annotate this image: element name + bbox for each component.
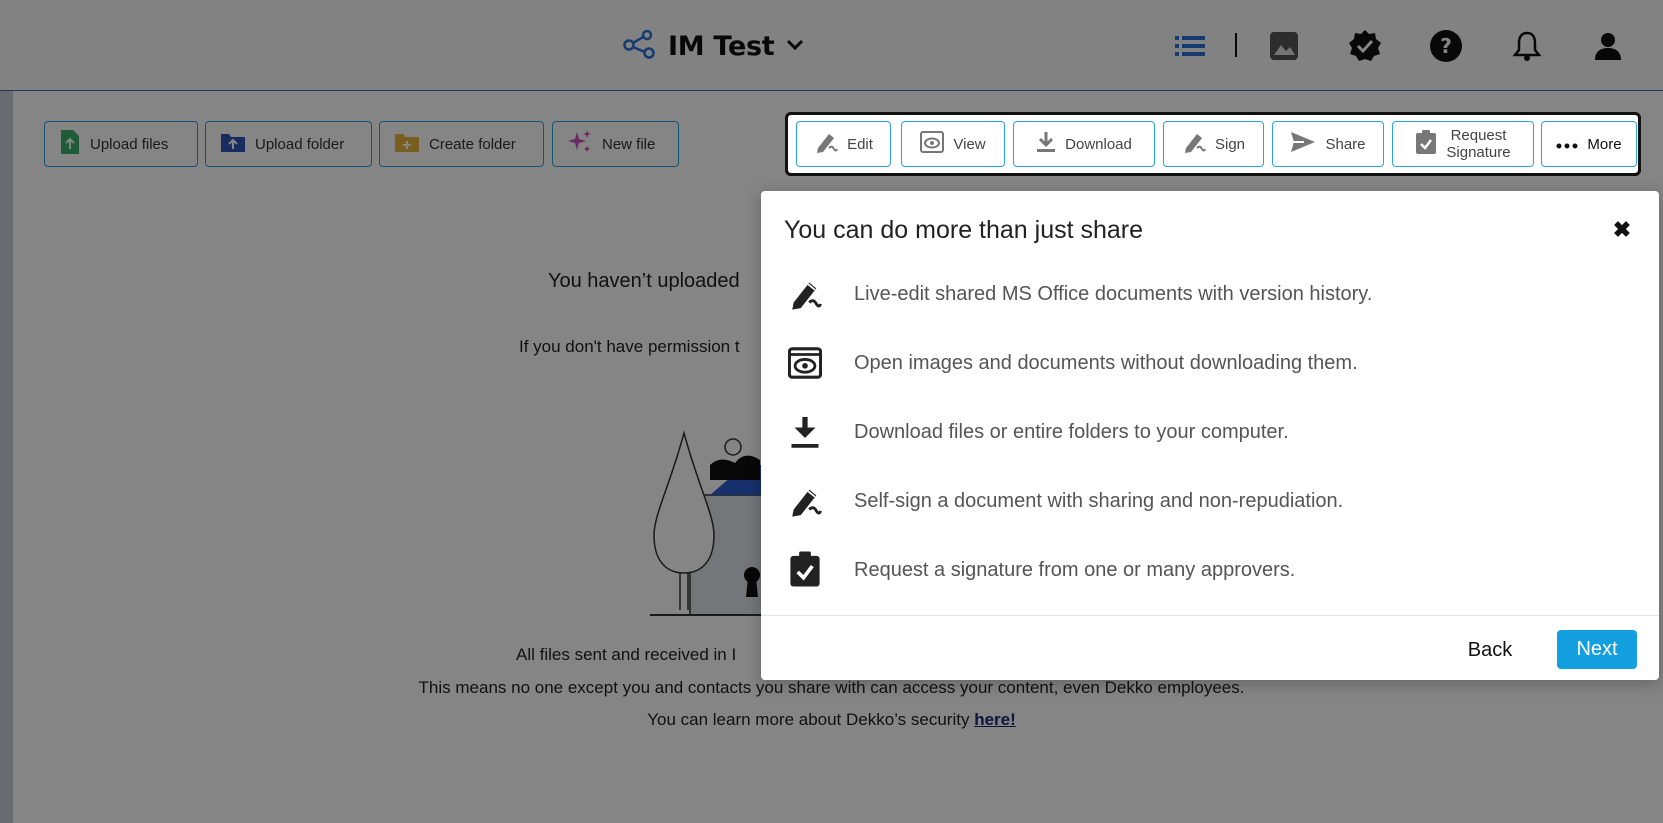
feature-text-request: Request a signature from one or many app… [854, 559, 1296, 581]
view-label: View [953, 135, 986, 153]
download-icon [1036, 131, 1056, 157]
edit-label: Edit [847, 135, 873, 153]
request-signature-button-highlight[interactable]: Request Signature [1392, 121, 1534, 167]
request-signature-label: Request Signature [1446, 127, 1510, 161]
view-button-highlight[interactable]: View [901, 121, 1005, 167]
request-label-line1: Request [1450, 127, 1507, 144]
file-actions-toolbar-highlight: Edit View Download Sign Share Request Si… [785, 112, 1641, 176]
eye-icon [920, 131, 945, 157]
edit-button-highlight[interactable]: Edit [796, 121, 891, 167]
feature-text-view: Open images and documents without downlo… [854, 352, 1358, 374]
dialog-title: You can do more than just share [784, 216, 1144, 244]
download-icon [786, 413, 824, 451]
share-label: Share [1325, 135, 1366, 153]
feature-text-sign: Self-sign a document with sharing and no… [854, 490, 1344, 512]
sign-label: Sign [1214, 135, 1246, 153]
feature-text-edit: Live-edit shared MS Office documents wit… [854, 283, 1373, 305]
more-button-highlight[interactable]: More [1541, 121, 1637, 167]
feature-text-download: Download files or entire folders to your… [854, 421, 1289, 443]
sign-pen-icon [786, 482, 824, 520]
clipboard-check-icon [1415, 129, 1437, 159]
download-label: Download [1065, 135, 1132, 153]
edit-pen-icon [814, 130, 839, 158]
next-button[interactable]: Next [1557, 630, 1637, 669]
back-button[interactable]: Back [1458, 631, 1522, 669]
edit-pen-icon [786, 275, 824, 313]
sign-button-highlight[interactable]: Sign [1163, 121, 1264, 167]
share-button-highlight[interactable]: Share [1272, 121, 1384, 167]
dialog-divider [761, 615, 1659, 616]
feature-tour-dialog: You can do more than just share ✖ Live-e… [761, 191, 1659, 680]
close-icon[interactable]: ✖ [1610, 217, 1634, 242]
clipboard-check-icon [786, 550, 824, 588]
eye-icon [786, 344, 824, 382]
download-button-highlight[interactable]: Download [1013, 121, 1155, 167]
send-icon [1290, 131, 1316, 157]
more-dots-icon [1556, 136, 1578, 153]
sign-pen-icon [1182, 130, 1206, 158]
request-label-line2: Signature [1446, 144, 1511, 161]
more-label: More [1587, 135, 1622, 153]
